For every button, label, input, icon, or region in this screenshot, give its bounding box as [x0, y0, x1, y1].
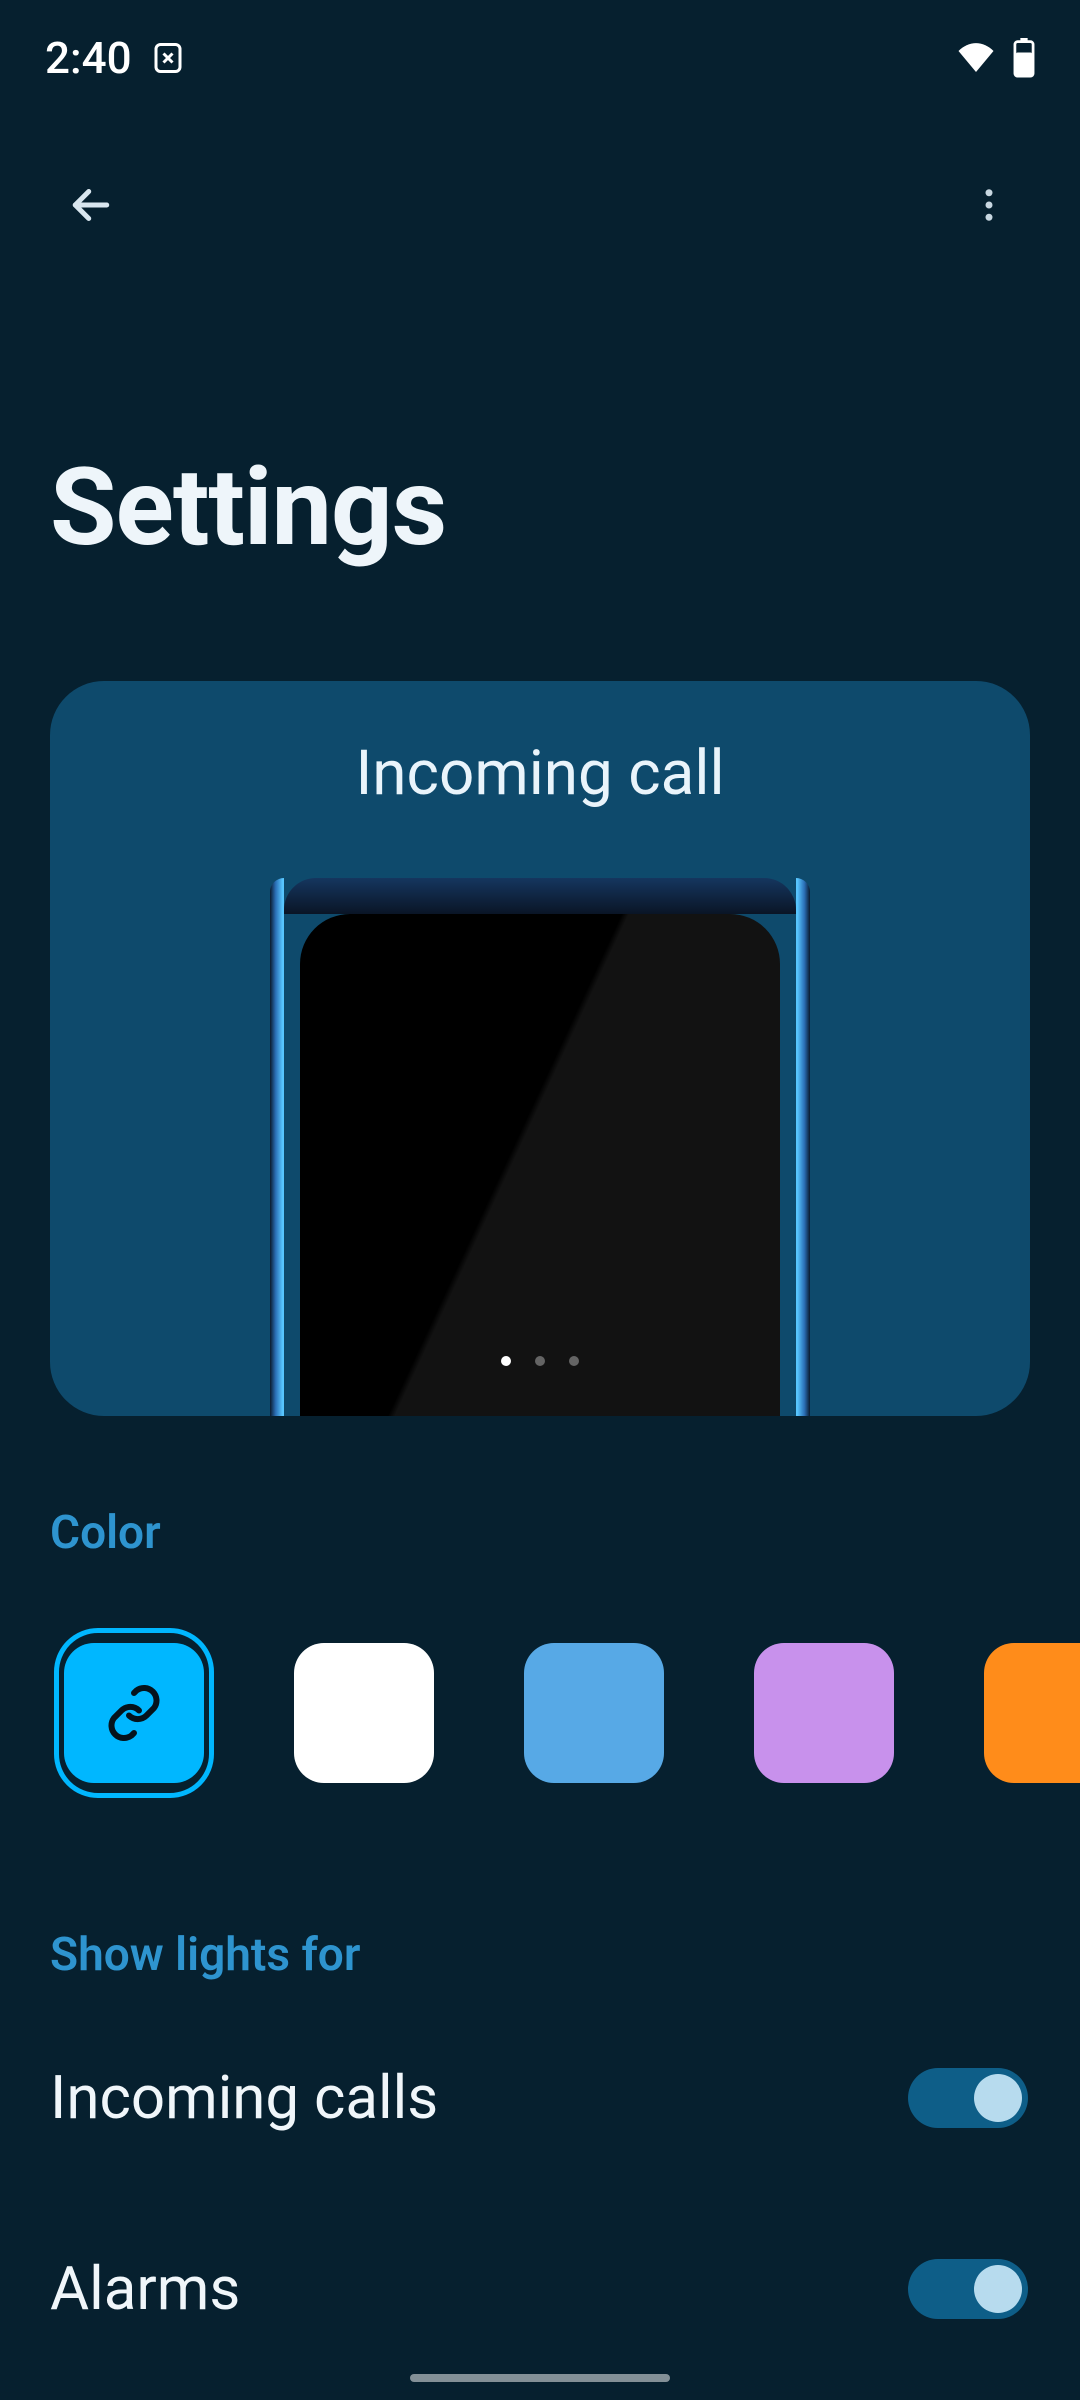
section-heading-lights: Show lights for	[0, 1798, 1080, 1982]
toggle-switch[interactable]	[908, 2259, 1028, 2319]
swatch-fill	[64, 1643, 204, 1783]
toggle-label: Alarms	[50, 2253, 240, 2324]
more-options-button[interactable]	[944, 160, 1034, 250]
page-dot	[569, 1356, 579, 1366]
phone-mockup	[270, 878, 810, 1416]
wifi-icon	[955, 37, 997, 79]
battery-icon	[1013, 38, 1035, 78]
back-arrow-icon	[64, 178, 118, 232]
swatch-fill	[294, 1643, 434, 1783]
swatch-fill	[984, 1643, 1080, 1783]
battery-saver-x-icon	[150, 40, 186, 76]
preview-page-indicator	[501, 1356, 579, 1366]
back-button[interactable]	[46, 160, 136, 250]
color-swatch-linked[interactable]	[54, 1628, 214, 1798]
swatch-fill	[524, 1643, 664, 1783]
page-dot	[535, 1356, 545, 1366]
section-heading-color: Color	[0, 1416, 1080, 1560]
color-swatch-purple[interactable]	[744, 1628, 904, 1798]
switch-knob	[974, 2265, 1022, 2313]
switch-knob	[974, 2074, 1022, 2122]
toggle-row-incoming-calls[interactable]: Incoming calls	[0, 2002, 1080, 2193]
page-title: Settings	[0, 265, 1080, 681]
color-swatches-row[interactable]	[0, 1560, 1080, 1798]
app-bar	[0, 115, 1080, 265]
color-swatch-blue[interactable]	[514, 1628, 674, 1798]
show-lights-for-list: Incoming calls Alarms	[0, 1982, 1080, 2384]
status-bar-right	[955, 37, 1035, 79]
status-bar: 2:40	[0, 0, 1080, 115]
toggle-switch[interactable]	[908, 2068, 1028, 2128]
status-time: 2:40	[45, 32, 132, 84]
toggle-label: Incoming calls	[50, 2062, 438, 2133]
link-icon	[104, 1683, 164, 1743]
toggle-row-alarms[interactable]: Alarms	[0, 2193, 1080, 2384]
nav-handle[interactable]	[410, 2374, 670, 2382]
more-vert-icon	[968, 184, 1010, 226]
color-swatch-white[interactable]	[284, 1628, 444, 1798]
page-dot	[501, 1356, 511, 1366]
edge-lights-preview-card[interactable]: Incoming call	[50, 681, 1030, 1416]
status-bar-left: 2:40	[45, 32, 186, 84]
color-swatch-orange[interactable]	[974, 1628, 1080, 1798]
preview-title: Incoming call	[355, 681, 724, 810]
swatch-fill	[754, 1643, 894, 1783]
